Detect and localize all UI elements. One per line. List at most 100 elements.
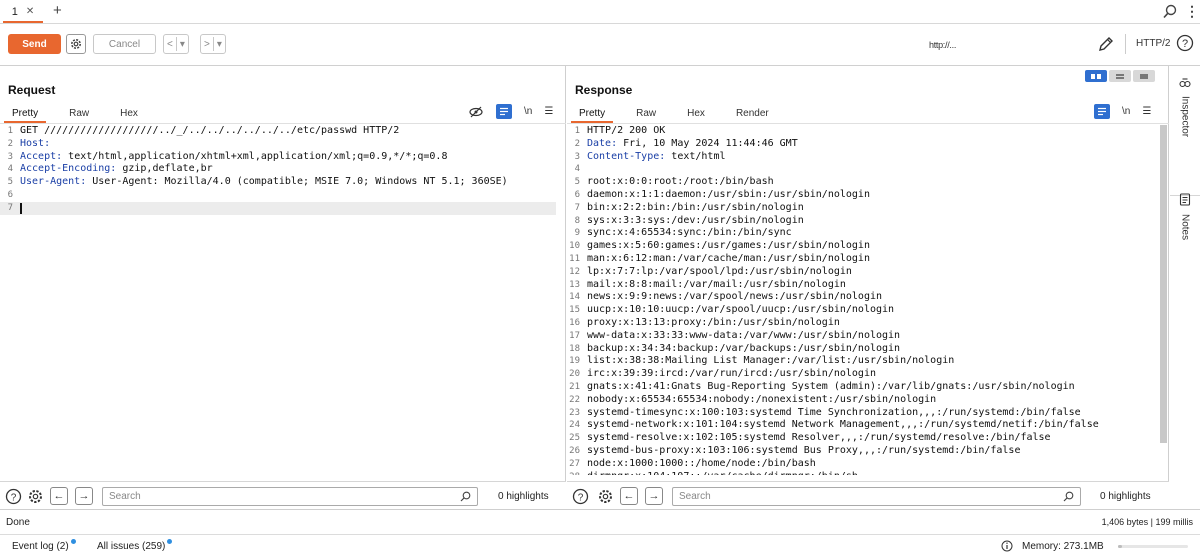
code-line[interactable]: 1 GET ///////////////////../_/../../../..…: [0, 125, 558, 138]
add-tab-icon[interactable]: +: [53, 2, 62, 19]
back-nav-group[interactable]: < ▾: [163, 34, 189, 54]
code-line[interactable]: 15 uucp:x:10:10:uucp:/var/spool/uucp:/usr…: [567, 304, 1159, 317]
notes-tab[interactable]: Notes: [1170, 193, 1200, 240]
gear-icon[interactable]: [597, 488, 614, 505]
chevron-left-icon[interactable]: <: [164, 39, 176, 50]
code-line[interactable]: 25 systemd-resolve:x:102:105:systemd Reso…: [567, 432, 1159, 445]
hide-nonprintable-icon[interactable]: [468, 104, 484, 119]
response-editor[interactable]: 1 HTTP/2 200 OK 2 Date: Fri, 10 May 2024 11…: [567, 125, 1159, 475]
arrow-right-icon[interactable]: →: [645, 487, 663, 505]
help-icon[interactable]: ?: [572, 488, 589, 505]
arrow-right-icon[interactable]: →: [75, 487, 93, 505]
code-line[interactable]: 13 mail:x:8:8:mail:/var/mail:/usr/sbin/no…: [567, 279, 1159, 292]
tab-pretty[interactable]: Pretty: [4, 105, 47, 123]
code-line[interactable]: 22 nobody:x:65534:65534:nobody:/nonexiste…: [567, 394, 1159, 407]
code-line[interactable]: 28dirmngr:x:104:107::/var/cache/dirmngr:…: [567, 471, 1159, 475]
code-line[interactable]: 21 gnats:x:41:41:Gnats Bug-Reporting Syst…: [567, 381, 1159, 394]
code-line[interactable]: 23 systemd-timesync:x:100:103:systemd Tim…: [567, 407, 1159, 420]
top-bottom-layout-icon[interactable]: [1109, 70, 1131, 82]
code-line[interactable]: 2 Host:: [0, 138, 558, 151]
code-line[interactable]: 9 sync:x:4:65534:sync:/bin:/bin/sync: [567, 227, 1159, 240]
search-icon[interactable]: [1162, 4, 1178, 20]
scrollbar-thumb[interactable]: [1160, 125, 1167, 443]
code-line[interactable]: 4 Accept-Encoding: gzip,deflate,br: [0, 163, 558, 176]
tab-pretty[interactable]: Pretty: [571, 105, 614, 123]
code-line[interactable]: 10 games:x:5:60:games:/usr/games:/usr/sbi…: [567, 240, 1159, 253]
cancel-button[interactable]: Cancel: [93, 34, 156, 54]
chevron-right-icon[interactable]: >: [201, 39, 213, 50]
menu-icon[interactable]: ☰: [544, 106, 553, 117]
forward-nav-group[interactable]: > ▾: [200, 34, 226, 54]
code-line[interactable]: 17 www-data:x:33:33:www-data:/var/www:/us…: [567, 330, 1159, 343]
line-value: gnats:x:41:41:Gnats Bug-Reporting System…: [587, 380, 1075, 392]
code-line[interactable]: 2 Date: Fri, 10 May 2024 11:44:46 GMT: [567, 138, 1159, 151]
code-line[interactable]: 3 Accept: text/html,application/xhtml+xml…: [0, 151, 558, 164]
header-name: Accept-Encoding:: [20, 163, 117, 175]
response-scrollbar[interactable]: [1160, 125, 1167, 505]
help-icon[interactable]: ?: [1176, 34, 1194, 52]
code-line[interactable]: 6 daemon:x:1:1:daemon:/usr/sbin:/usr/sbin…: [567, 189, 1159, 202]
arrow-left-icon[interactable]: ←: [620, 487, 638, 505]
code-line[interactable]: 6: [0, 189, 558, 202]
request-tools: \n ☰: [468, 104, 553, 119]
code-line[interactable]: 16 proxy:x:13:13:proxy:/bin:/usr/sbin/nol…: [567, 317, 1159, 330]
send-button[interactable]: Send: [8, 34, 61, 54]
line-value: GET ///////////////////../_/../../../../…: [20, 125, 400, 136]
tab-1[interactable]: 1 ✕: [3, 2, 43, 23]
request-scrollbar[interactable]: [558, 125, 565, 505]
search-input[interactable]: Search: [672, 487, 1081, 506]
header-name: Content-Type:: [587, 150, 666, 162]
code-line[interactable]: 3 Content-Type: text/html: [567, 151, 1159, 164]
settings-gear-button[interactable]: [66, 34, 86, 54]
code-line[interactable]: 11 man:x:6:12:man:/var/cache/man:/usr/sbi…: [567, 253, 1159, 266]
code-line[interactable]: 26 systemd-bus-proxy:x:103:106:systemd Bu…: [567, 445, 1159, 458]
code-line[interactable]: 7: [0, 201, 556, 215]
code-line[interactable]: 18 backup:x:34:34:backup:/var/backups:/us…: [567, 343, 1159, 356]
tab-raw[interactable]: Raw: [628, 105, 664, 123]
all-issues-link[interactable]: All issues (259): [97, 539, 173, 552]
code-line[interactable]: 24 systemd-network:x:101:104:systemd Netw…: [567, 419, 1159, 432]
line-number: 27: [569, 458, 580, 469]
code-line[interactable]: 1 HTTP/2 200 OK: [567, 125, 1159, 138]
close-icon[interactable]: ✕: [26, 6, 34, 17]
wrap-lines-icon[interactable]: [496, 104, 512, 119]
more-menu-icon[interactable]: ⋮: [1185, 3, 1199, 20]
tab-hex[interactable]: Hex: [679, 105, 713, 123]
wrap-lines-icon[interactable]: [1094, 104, 1110, 119]
side-by-side-layout-icon[interactable]: [1085, 70, 1107, 82]
tab-render[interactable]: Render: [728, 105, 777, 123]
tabs-layout-icon[interactable]: [1133, 70, 1155, 82]
show-newlines-toggle[interactable]: \n: [524, 106, 532, 117]
arrow-left-icon[interactable]: ←: [50, 487, 68, 505]
chevron-down-icon[interactable]: ▾: [177, 39, 188, 50]
show-newlines-toggle[interactable]: \n: [1122, 106, 1130, 117]
gear-icon[interactable]: [27, 488, 44, 505]
code-line[interactable]: 19 list:x:38:38:Mailing List Manager:/var…: [567, 355, 1159, 368]
request-editor[interactable]: 1 GET ///////////////////../_/../../../..…: [0, 125, 558, 475]
code-line[interactable]: 5 root:x:0:0:root:/root:/bin/bash: [567, 176, 1159, 189]
code-line[interactable]: 12 lp:x:7:7:lp:/var/spool/lpd:/usr/sbin/n…: [567, 266, 1159, 279]
code-line[interactable]: 4: [567, 163, 1159, 176]
menu-icon[interactable]: ☰: [1142, 106, 1151, 117]
line-number: 6: [7, 189, 13, 200]
tab-raw[interactable]: Raw: [61, 105, 97, 123]
info-icon[interactable]: [1001, 540, 1013, 555]
code-line[interactable]: 5 User-Agent: User-Agent: Mozilla/4.0 (co…: [0, 176, 558, 189]
line-text: User-Agent: User-Agent: Mozilla/4.0 (com…: [20, 176, 508, 189]
code-line[interactable]: 7 bin:x:2:2:bin:/bin:/usr/sbin/nologin: [567, 202, 1159, 215]
target-url[interactable]: http://...: [929, 40, 956, 50]
pencil-icon[interactable]: [1097, 35, 1115, 53]
help-icon[interactable]: ?: [5, 488, 22, 505]
inspector-tab[interactable]: Inspector: [1170, 76, 1200, 137]
line-number: 10: [569, 241, 580, 252]
line-number: 5: [7, 177, 13, 188]
tab-hex[interactable]: Hex: [112, 105, 146, 123]
code-line[interactable]: 20 irc:x:39:39:ircd:/var/run/ircd:/usr/sb…: [567, 368, 1159, 381]
chevron-down-icon[interactable]: ▾: [214, 39, 225, 50]
code-line[interactable]: 27 node:x:1000:1000::/home/node:/bin/bash: [567, 458, 1159, 471]
code-line[interactable]: 8 sys:x:3:3:sys:/dev:/usr/sbin/nologin: [567, 215, 1159, 228]
search-input[interactable]: Search: [102, 487, 478, 506]
event-log-link[interactable]: Event log (2): [12, 539, 76, 552]
protocol-label[interactable]: HTTP/2: [1136, 38, 1170, 49]
code-line[interactable]: 14 news:x:9:9:news:/var/spool/news:/usr/s…: [567, 291, 1159, 304]
